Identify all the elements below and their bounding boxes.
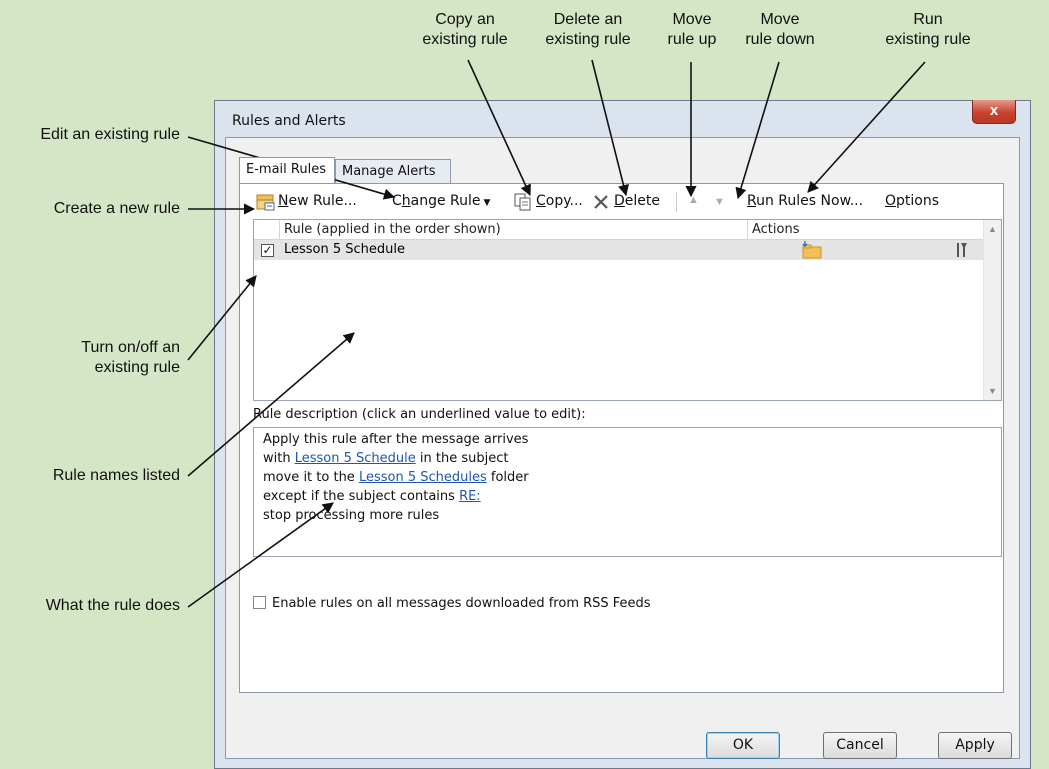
rules-and-alerts-dialog: Rules and Alerts x E-mail Rules Manage A…: [214, 100, 1031, 769]
move-up-icon[interactable]: ▲: [688, 194, 699, 206]
callout-rule-names: Rule names listed: [0, 466, 180, 486]
callout-line: Copy an: [435, 11, 495, 28]
description-line: except if the subject contains RE:: [263, 487, 992, 506]
delete-button[interactable]: Delete: [614, 193, 660, 209]
apply-button[interactable]: Apply: [938, 732, 1012, 759]
accel-key: D: [614, 193, 625, 209]
run-rules-now-button[interactable]: Run Rules Now...: [747, 193, 863, 209]
callout-line: Rule names listed: [52, 467, 180, 484]
callout-line: Move: [672, 11, 712, 28]
new-rule-icon: [256, 192, 276, 217]
callout-line: existing rule: [885, 31, 971, 48]
description-text: except if the subject contains: [263, 489, 460, 504]
description-text: in the subject: [415, 451, 509, 466]
description-text: Apply this rule after the message arrive…: [263, 432, 529, 447]
delete-icon: [592, 193, 610, 216]
callout-line: Create a new rule: [53, 200, 180, 217]
callout-line: Run: [913, 11, 943, 28]
rule-description-label: Rule description (click an underlined va…: [253, 407, 586, 422]
button-label: ew Rule...: [288, 193, 357, 209]
copy-icon: [514, 193, 532, 216]
description-line: move it to the Lesson 5 Schedules folder: [263, 468, 992, 487]
folder-value-link[interactable]: Lesson 5 Schedules: [359, 470, 487, 485]
button-label: ptions: [896, 193, 940, 209]
rules-toolbar: New Rule... Change Rule ▼ Copy... Delete …: [240, 184, 1003, 218]
description-line: stop processing more rules: [263, 506, 992, 525]
rules-list[interactable]: Rule (applied in the order shown) Action…: [253, 219, 1002, 401]
button-label: ange Rule: [410, 193, 481, 209]
cancel-button[interactable]: Cancel: [823, 732, 897, 759]
tab-email-rules[interactable]: E-mail Rules: [239, 157, 335, 183]
callout-what-rule-does: What the rule does: [0, 596, 180, 616]
rss-rules-checkbox[interactable]: [253, 596, 266, 609]
rss-rules-label: Enable rules on all messages downloaded …: [272, 596, 651, 611]
exception-value-link[interactable]: RE:: [459, 489, 481, 504]
column-separator: [279, 220, 280, 239]
description-line: Apply this rule after the message arrive…: [263, 430, 992, 449]
callout-delete-rule: Delete an existing rule: [532, 10, 644, 50]
callout-line: Edit an existing rule: [40, 126, 180, 143]
column-header-actions[interactable]: Actions: [752, 222, 800, 237]
callout-line: What the rule does: [45, 597, 180, 614]
ok-button[interactable]: OK: [706, 732, 780, 759]
button-label: un Rules Now...: [756, 193, 864, 209]
dialog-title: Rules and Alerts: [232, 113, 346, 129]
callout-line: Turn on/off an: [81, 339, 180, 356]
callout-line: existing rule: [94, 359, 180, 376]
new-rule-button[interactable]: New Rule...: [278, 193, 357, 209]
rules-list-header: Rule (applied in the order shown) Action…: [254, 220, 985, 240]
button-label: opy...: [545, 193, 583, 209]
description-text: with: [263, 451, 295, 466]
change-rule-button[interactable]: Change Rule ▼: [392, 193, 490, 209]
accel-key: h: [401, 193, 411, 209]
title-bar[interactable]: Rules and Alerts x: [215, 100, 1030, 137]
callout-line: Delete an: [553, 11, 623, 28]
move-to-folder-icon: [801, 241, 823, 263]
close-button[interactable]: x: [972, 100, 1016, 124]
rule-description-box: Apply this rule after the message arrive…: [253, 427, 1002, 557]
scroll-up-icon[interactable]: ▲: [988, 224, 997, 234]
dialog-client-area: E-mail Rules Manage Alerts New Rule... C…: [225, 137, 1020, 759]
description-text: move it to the: [263, 470, 359, 485]
description-line: with Lesson 5 Schedule in the subject: [263, 449, 992, 468]
tools-icon: [954, 242, 970, 262]
button-label: C: [392, 193, 402, 209]
chevron-down-icon: ▼: [483, 198, 491, 208]
rss-rules-option[interactable]: Enable rules on all messages downloaded …: [253, 596, 651, 611]
rule-enabled-checkbox[interactable]: ✓: [261, 244, 274, 257]
description-text: stop processing more rules: [263, 508, 440, 523]
accel-key: R: [747, 193, 757, 209]
tab-manage-alerts[interactable]: Manage Alerts: [335, 159, 451, 183]
callout-line: Move: [760, 11, 800, 28]
rule-name: Lesson 5 Schedule: [284, 242, 406, 257]
toolbar-separator: [676, 192, 677, 212]
callout-run-rule: Run existing rule: [868, 10, 988, 50]
column-header-rule[interactable]: Rule (applied in the order shown): [284, 222, 501, 237]
callout-toggle-rule: Turn on/off an existing rule: [0, 338, 180, 378]
subject-value-link[interactable]: Lesson 5 Schedule: [295, 451, 416, 466]
callout-move-up: Move rule up: [657, 10, 727, 50]
callout-move-down: Move rule down: [735, 10, 825, 50]
email-rules-panel: New Rule... Change Rule ▼ Copy... Delete …: [239, 183, 1004, 693]
callout-copy-rule: Copy an existing rule: [410, 10, 520, 50]
accel-key: C: [536, 193, 546, 209]
column-separator: [747, 220, 748, 239]
description-text: folder: [486, 470, 529, 485]
table-row[interactable]: ✓ Lesson 5 Schedule: [254, 240, 985, 260]
accel-key: O: [885, 193, 897, 209]
accel-key: N: [278, 193, 289, 209]
callout-line: rule down: [745, 31, 815, 48]
callout-line: existing rule: [545, 31, 631, 48]
callout-line: existing rule: [422, 31, 508, 48]
callout-edit-rule: Edit an existing rule: [0, 125, 180, 145]
callout-line: rule up: [667, 31, 717, 48]
move-down-icon[interactable]: ▼: [714, 196, 725, 208]
button-label: elete: [624, 193, 660, 209]
copy-button[interactable]: Copy...: [536, 193, 583, 209]
callout-create-rule: Create a new rule: [0, 199, 180, 219]
rules-list-scrollbar[interactable]: ▲ ▼: [983, 220, 1001, 400]
scroll-down-icon[interactable]: ▼: [988, 386, 997, 396]
options-button[interactable]: Options: [885, 193, 939, 209]
